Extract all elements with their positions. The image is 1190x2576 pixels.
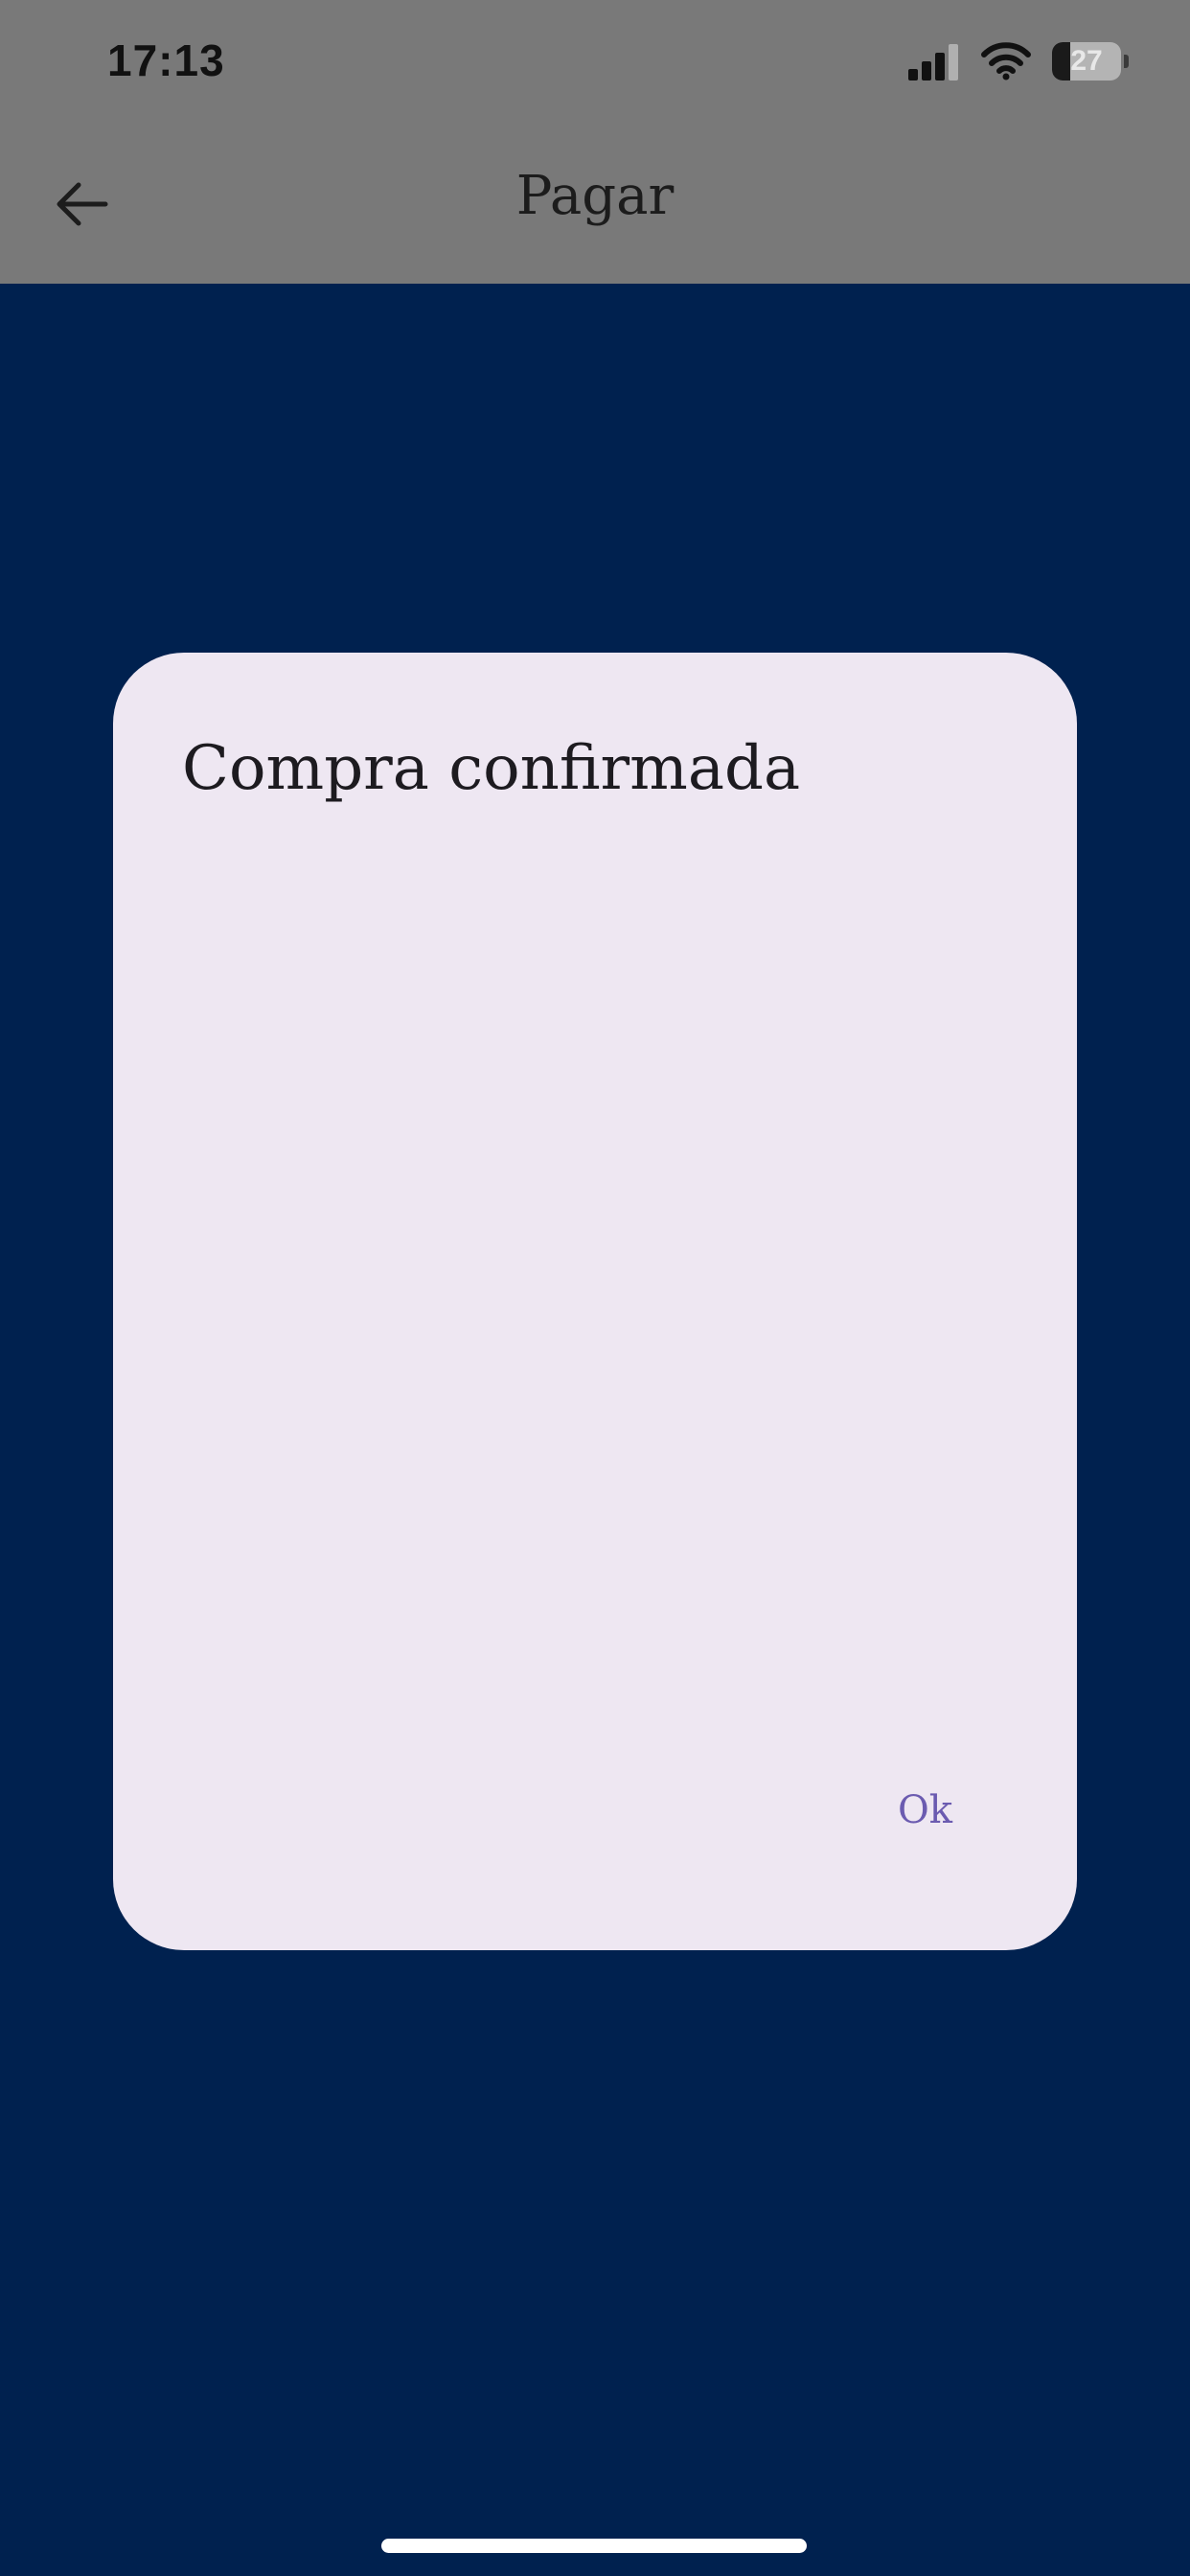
battery-icon: 27: [1052, 42, 1129, 80]
status-icons: 27: [906, 36, 1129, 86]
app-bar: Pagar: [0, 125, 1190, 284]
home-indicator[interactable]: [381, 2539, 807, 2553]
ok-button[interactable]: Ok: [890, 1788, 960, 1832]
purchase-confirmed-dialog: Compra confirmada Ok: [113, 653, 1077, 1950]
status-time: 17:13: [107, 35, 225, 85]
signal-icon: [908, 44, 958, 80]
dialog-title: Compra confirmada: [182, 733, 801, 804]
page-title: Pagar: [515, 165, 675, 227]
battery-level: 27: [1070, 45, 1103, 77]
success-illustration: [276, 978, 851, 1515]
status-bar: 17:13 27: [0, 0, 1190, 125]
wifi-icon: [981, 42, 1031, 80]
